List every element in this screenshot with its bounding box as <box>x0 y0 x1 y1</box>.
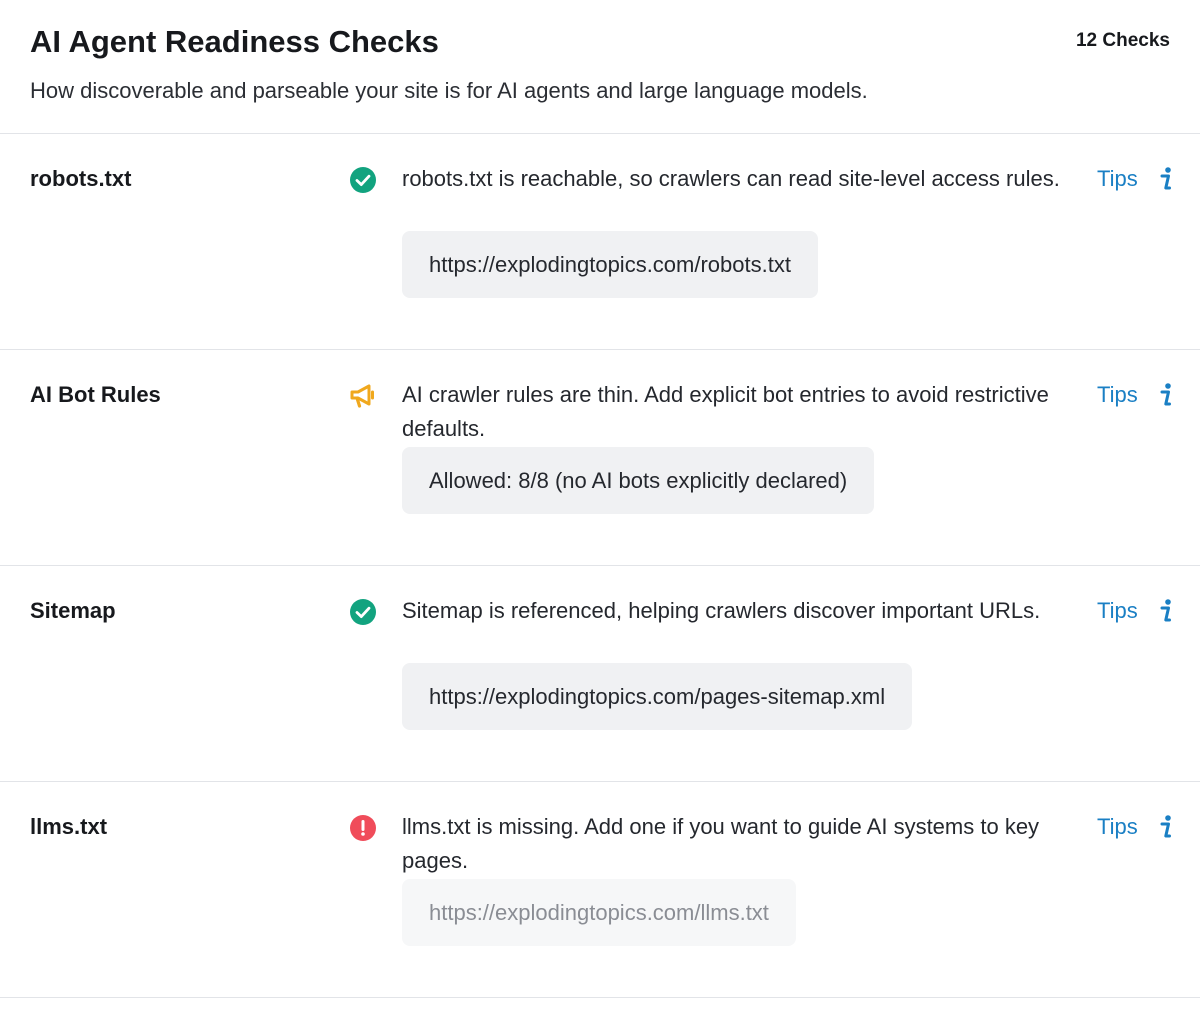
megaphone-icon <box>349 382 377 410</box>
info-icon[interactable] <box>1155 380 1177 410</box>
checks-count: 12 Checks <box>1075 30 1170 51</box>
tips-link[interactable]: Tips <box>1097 380 1138 410</box>
check-description: robots.txt is reachable, so crawlers can… <box>402 166 1060 191</box>
check-name: robots.txt <box>30 166 132 191</box>
info-icon[interactable] <box>1155 812 1177 842</box>
check-row-ai-bot-rules: AI Bot Rules AI crawler rules are thin. … <box>0 350 1200 566</box>
check-description: AI crawler rules are thin. Add explicit … <box>402 382 1049 441</box>
check-description: Sitemap is referenced, helping crawlers … <box>402 598 1041 623</box>
check-row-sitemap: Sitemap Sitemap is referenced, helping c… <box>0 566 1200 782</box>
exclamation-circle-icon <box>349 814 377 842</box>
page-title: AI Agent Readiness Checks <box>30 24 439 59</box>
check-name: llms.txt <box>30 814 108 839</box>
info-icon[interactable] <box>1155 164 1177 194</box>
check-description: llms.txt is missing. Add one if you want… <box>402 814 1040 873</box>
check-circle-icon <box>349 166 377 194</box>
info-icon[interactable] <box>1155 596 1177 626</box>
check-row-llms-txt: llms.txt llms.txt is missing. Add one if… <box>0 782 1200 998</box>
page-subtitle: How discoverable and parseable your site… <box>30 78 868 103</box>
tips-link[interactable]: Tips <box>1097 812 1138 842</box>
check-row-robots-txt: robots.txt robots.txt is reachable, so c… <box>0 134 1200 350</box>
check-value: https://explodingtopics.com/robots.txt <box>402 231 818 298</box>
check-value: https://explodingtopics.com/pages-sitema… <box>402 663 913 730</box>
tips-link[interactable]: Tips <box>1097 164 1138 194</box>
check-circle-icon <box>349 598 377 626</box>
check-value: Allowed: 8/8 (no AI bots explicitly decl… <box>402 447 875 514</box>
tips-link[interactable]: Tips <box>1097 596 1138 626</box>
check-name: Sitemap <box>30 598 116 623</box>
check-value: https://explodingtopics.com/llms.txt <box>402 879 796 946</box>
checks-header: AI Agent Readiness Checks 12 Checks How … <box>0 0 1200 134</box>
check-name: AI Bot Rules <box>30 382 161 407</box>
